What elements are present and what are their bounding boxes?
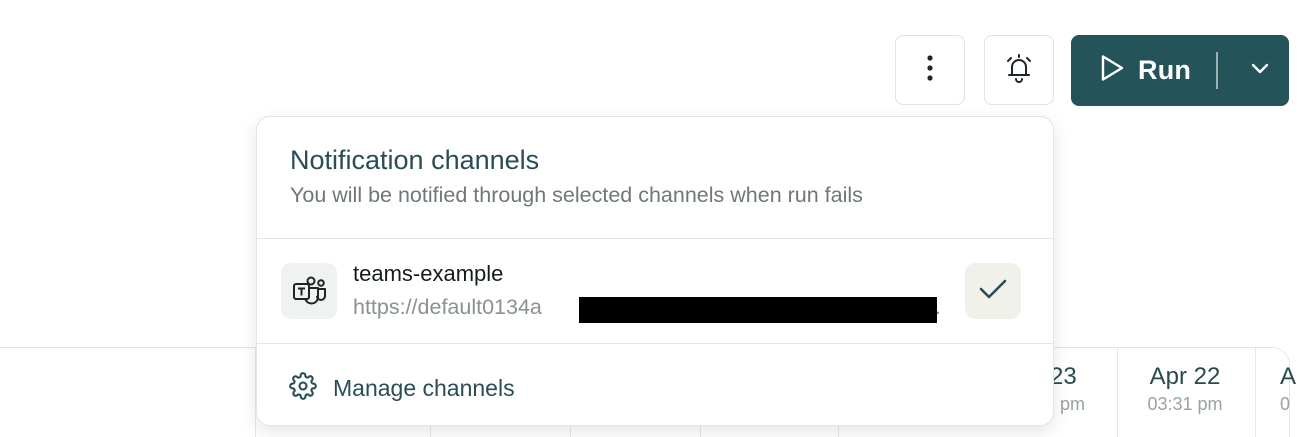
date-label: A [1280, 363, 1297, 390]
time-label: 0 [1280, 394, 1291, 414]
checkmark-icon [978, 278, 1008, 305]
time-label: pm [1060, 394, 1086, 414]
channel-url-ellipsis: . [935, 295, 941, 319]
run-button[interactable]: Run [1071, 35, 1289, 106]
chevron-down-icon [1249, 61, 1271, 80]
manage-channels-link[interactable]: Manage channels [289, 372, 515, 405]
popover-header: Notification channels You will be notifi… [257, 117, 1053, 239]
date-label: Apr 22 [1149, 363, 1221, 390]
play-icon [1098, 53, 1126, 88]
date-label: 23 [1050, 363, 1077, 390]
column-divider [1255, 348, 1256, 437]
run-main-action[interactable]: Run [1071, 35, 1191, 106]
alarm-bell-icon [1002, 51, 1036, 90]
channel-url: https://default0134a [353, 295, 542, 319]
time-label: 03:31 pm [1147, 394, 1223, 414]
channel-selected-checkbox[interactable] [965, 263, 1021, 319]
notification-channels-popover: Notification channels You will be notifi… [256, 116, 1054, 426]
date-column-header[interactable]: 23 pm [1050, 362, 1090, 416]
manage-channels-label: Manage channels [333, 375, 515, 401]
channel-item-teams-example[interactable]: teams-example https://default0134a . [257, 239, 1053, 344]
vertical-ellipsis-icon [926, 54, 934, 87]
run-options-dropdown[interactable] [1231, 35, 1289, 106]
redacted-url-block [579, 297, 937, 323]
run-label: Run [1138, 55, 1192, 85]
popover-title: Notification channels [290, 145, 540, 175]
popover-subtitle: You will be notified through selected ch… [290, 183, 863, 207]
gear-icon [289, 372, 317, 405]
run-button-divider [1216, 52, 1218, 89]
column-divider [1117, 348, 1118, 437]
date-column-header[interactable]: Apr 22 03:31 pm [1120, 362, 1250, 416]
teams-icon [281, 263, 337, 319]
date-column-header[interactable]: A 0 [1280, 362, 1300, 416]
channel-name: teams-example [353, 261, 504, 286]
more-options-button[interactable] [895, 35, 965, 105]
notification-channels-button[interactable] [984, 35, 1054, 105]
